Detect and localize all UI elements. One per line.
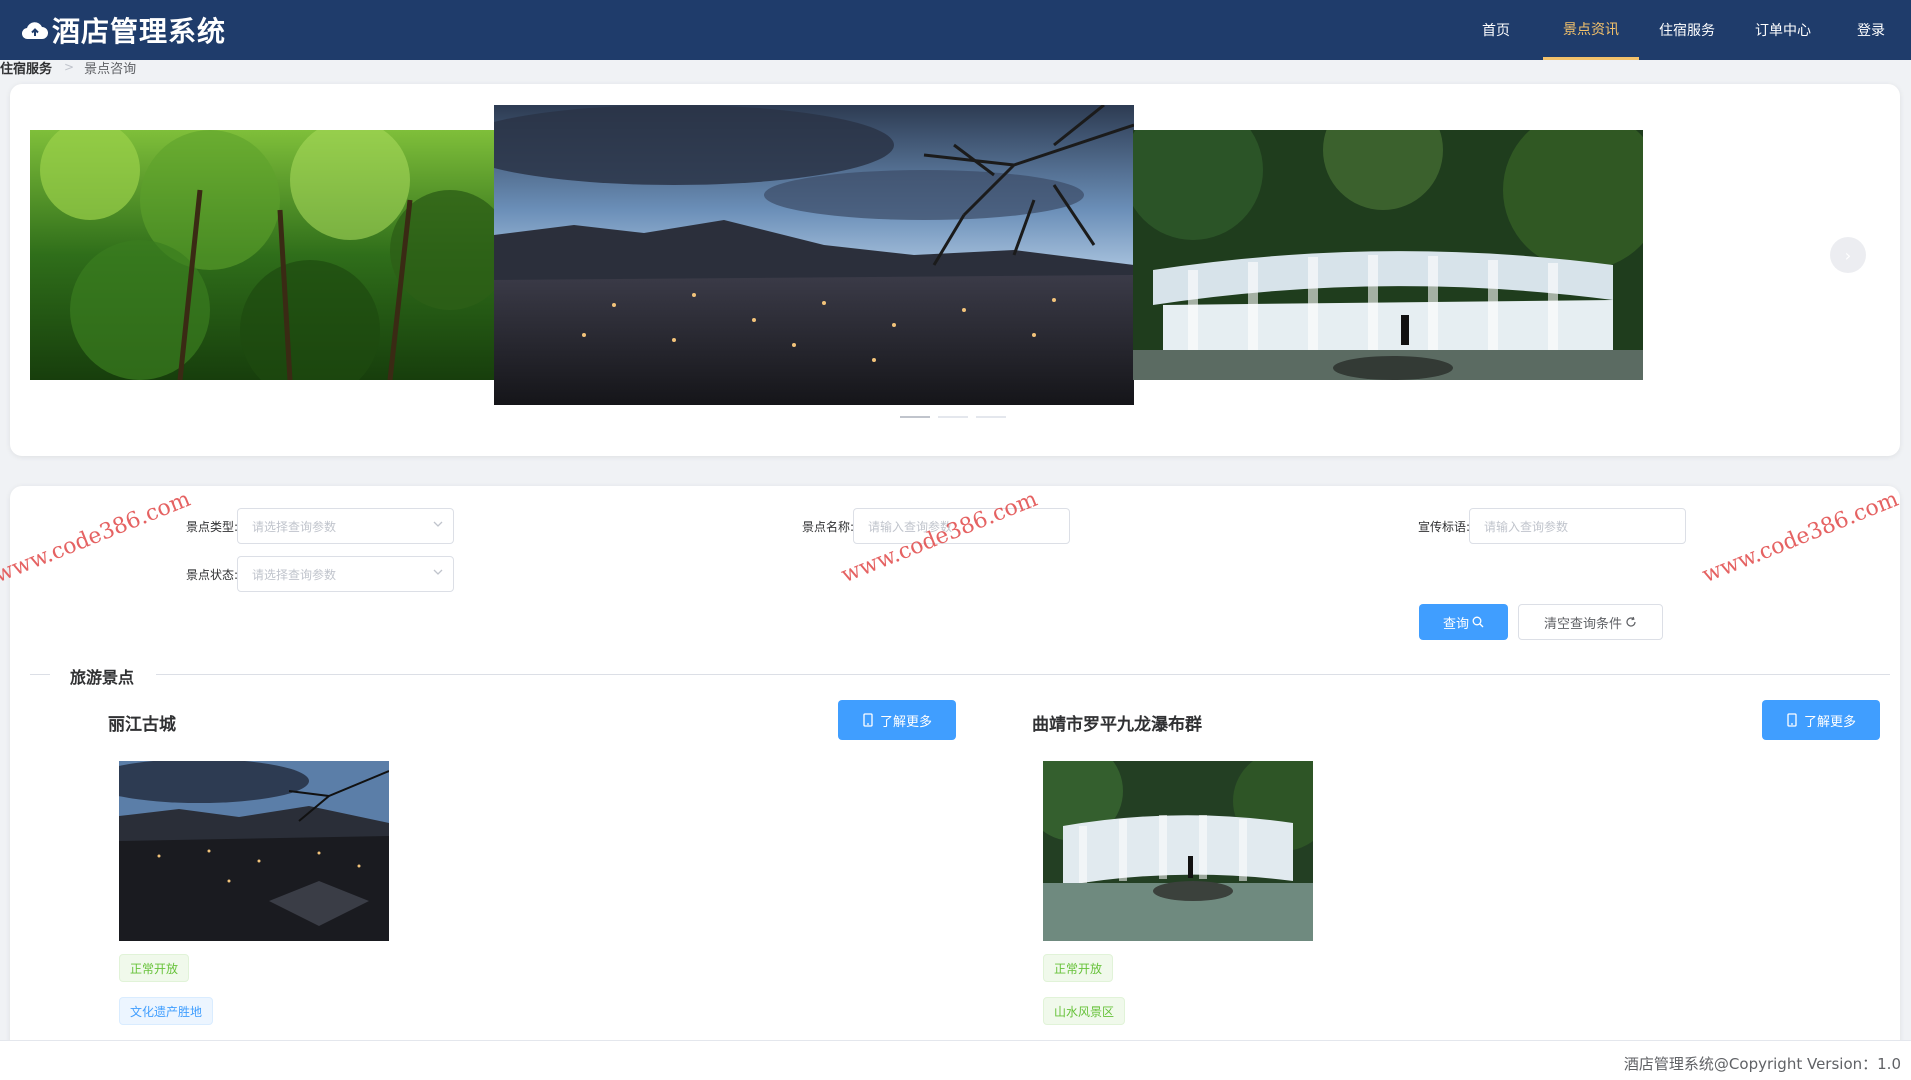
status-tag: 正常开放 — [119, 954, 190, 982]
chevron-down-icon — [433, 521, 443, 527]
brand-title: 酒店管理系统 — [52, 15, 227, 48]
nav-attractions-label: 景点资讯 — [1563, 21, 1619, 38]
status-tag: 正常开放 — [1043, 954, 1114, 982]
carousel: › — [10, 84, 1900, 456]
clear-button[interactable]: 清空查询条件 — [1518, 604, 1663, 640]
slogan-label: 宣传标语: — [1417, 520, 1470, 534]
attraction-image[interactable] — [119, 761, 389, 941]
learn-more-button[interactable]: 了解更多 — [838, 700, 956, 740]
nav-attractions[interactable]: 景点资讯 — [1543, 0, 1639, 60]
carousel-slide-forest[interactable] — [30, 130, 495, 380]
search-icon — [1472, 616, 1484, 628]
learn-more-button[interactable]: 了解更多 — [1762, 700, 1880, 740]
nav-orders[interactable]: 订单中心 — [1735, 0, 1831, 60]
carousel-slide-lijiang[interactable] — [494, 105, 1134, 405]
status-select[interactable]: 请选择查询参数 — [237, 556, 454, 592]
name-input-placeholder: 请输入查询参数 — [868, 519, 953, 534]
clear-button-label: 清空查询条件 — [1543, 616, 1622, 632]
breadcrumb-separator-icon: > — [64, 60, 75, 74]
top-navbar: 酒店管理系统 首页 景点资讯 住宿服务 订单中心 登录 — [0, 0, 1911, 60]
learn-more-label: 了解更多 — [1803, 714, 1856, 730]
carousel-slide-waterfall[interactable] — [1133, 130, 1643, 380]
attraction-title: 丽江古城 — [108, 715, 176, 735]
nav-login[interactable]: 登录 — [1831, 0, 1911, 60]
type-select-placeholder: 请选择查询参数 — [252, 519, 337, 534]
carousel-next-arrow-icon[interactable]: › — [1830, 237, 1866, 273]
breadcrumb-current: 景点咨询 — [84, 61, 137, 77]
category-tag: 山水风景区 — [1043, 997, 1126, 1025]
waterfall-image — [1133, 130, 1643, 380]
slogan-input-placeholder: 请输入查询参数 — [1484, 519, 1569, 534]
mobile-phone-icon — [863, 713, 873, 727]
query-button[interactable]: 查询 — [1419, 604, 1508, 640]
nav-lodging-label: 住宿服务 — [1659, 23, 1715, 39]
query-button-label: 查询 — [1442, 616, 1469, 632]
lijiang-town-image — [494, 105, 1134, 405]
forest-image — [30, 130, 495, 380]
nav-lodging[interactable]: 住宿服务 — [1639, 0, 1735, 60]
type-label: 景点类型: — [185, 520, 238, 534]
carousel-indicators — [900, 416, 1006, 418]
type-select[interactable]: 请选择查询参数 — [237, 508, 454, 544]
nav-home-label: 首页 — [1482, 23, 1510, 39]
lijiang-town-image — [119, 761, 389, 941]
nav-orders-label: 订单中心 — [1755, 23, 1811, 39]
section-divider-right — [156, 674, 1890, 675]
chevron-down-icon — [433, 569, 443, 575]
learn-more-label: 了解更多 — [879, 714, 932, 730]
waterfall-image — [1043, 761, 1313, 941]
attractions-panel: 景点类型: 请选择查询参数 景点名称: 请输入查询参数 宣传标语: 请输入查询参… — [10, 486, 1900, 1046]
carousel-indicator-3[interactable] — [976, 416, 1006, 418]
attraction-image[interactable] — [1043, 761, 1313, 941]
footer: 酒店管理系统@Copyright Version：1.0 — [0, 1040, 1911, 1080]
refresh-icon — [1626, 616, 1636, 627]
carousel-indicator-1[interactable] — [900, 416, 930, 418]
footer-copyright: 酒店管理系统@Copyright Version：1.0 — [1623, 1055, 1901, 1073]
name-label: 景点名称: — [801, 520, 854, 534]
section-divider-left — [30, 674, 50, 675]
attraction-title: 曲靖市罗平九龙瀑布群 — [1032, 715, 1202, 735]
nav-home[interactable]: 首页 — [1449, 0, 1543, 60]
main-nav: 首页 景点资讯 住宿服务 订单中心 登录 — [1449, 0, 1911, 60]
status-select-placeholder: 请选择查询参数 — [252, 567, 337, 582]
category-tag: 文化遗产胜地 — [119, 997, 214, 1025]
nav-login-label: 登录 — [1857, 23, 1885, 39]
mobile-phone-icon — [1787, 713, 1797, 727]
breadcrumb-parent[interactable]: 住宿服务 — [0, 58, 52, 77]
brand[interactable]: 酒店管理系统 — [22, 10, 226, 50]
carousel-indicator-2[interactable] — [938, 416, 968, 418]
breadcrumb: 住宿服务 > 景点咨询 — [0, 58, 137, 77]
status-label: 景点状态: — [185, 568, 238, 582]
name-input[interactable]: 请输入查询参数 — [853, 508, 1070, 544]
slogan-input[interactable]: 请输入查询参数 — [1469, 508, 1686, 544]
section-title: 旅游景点 — [70, 668, 135, 687]
cloud-upload-icon — [22, 22, 48, 40]
